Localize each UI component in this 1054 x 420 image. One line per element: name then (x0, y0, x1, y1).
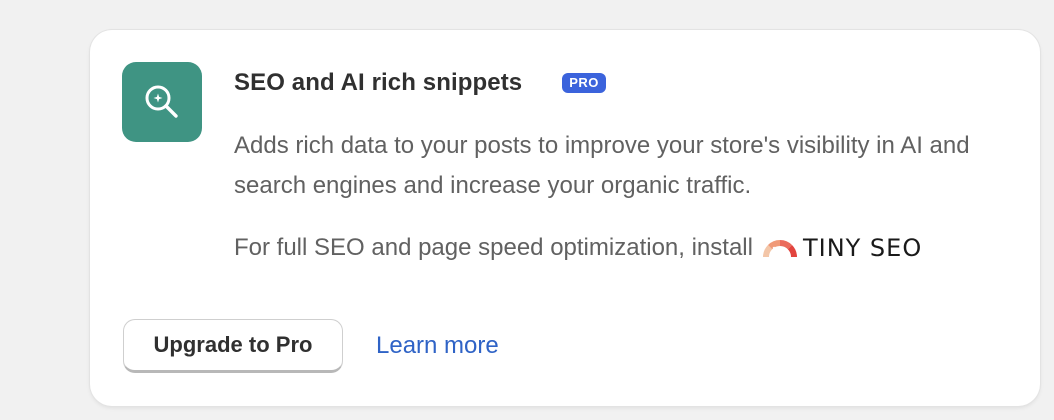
pro-badge: PRO (562, 73, 606, 93)
tiny-seo-logo-text: TINY SEO (802, 234, 923, 262)
title-row: SEO and AI rich snippets PRO (234, 66, 606, 100)
upgrade-to-pro-button[interactable]: Upgrade to Pro (123, 319, 343, 373)
app-card: SEO and AI rich snippets PRO Adds rich d… (90, 30, 1040, 406)
install-row: For full SEO and page speed optimization… (234, 228, 922, 268)
search-icon (145, 85, 178, 118)
install-text: For full SEO and page speed optimization… (234, 234, 753, 261)
card-description: Adds rich data to your posts to improve … (234, 132, 970, 199)
gauge-icon (762, 240, 797, 259)
card-title: SEO and AI rich snippets (234, 69, 523, 96)
learn-more-link[interactable]: Learn more (376, 331, 499, 361)
tiny-seo-logo[interactable]: TINY SEO (762, 234, 922, 262)
app-icon (122, 62, 202, 142)
